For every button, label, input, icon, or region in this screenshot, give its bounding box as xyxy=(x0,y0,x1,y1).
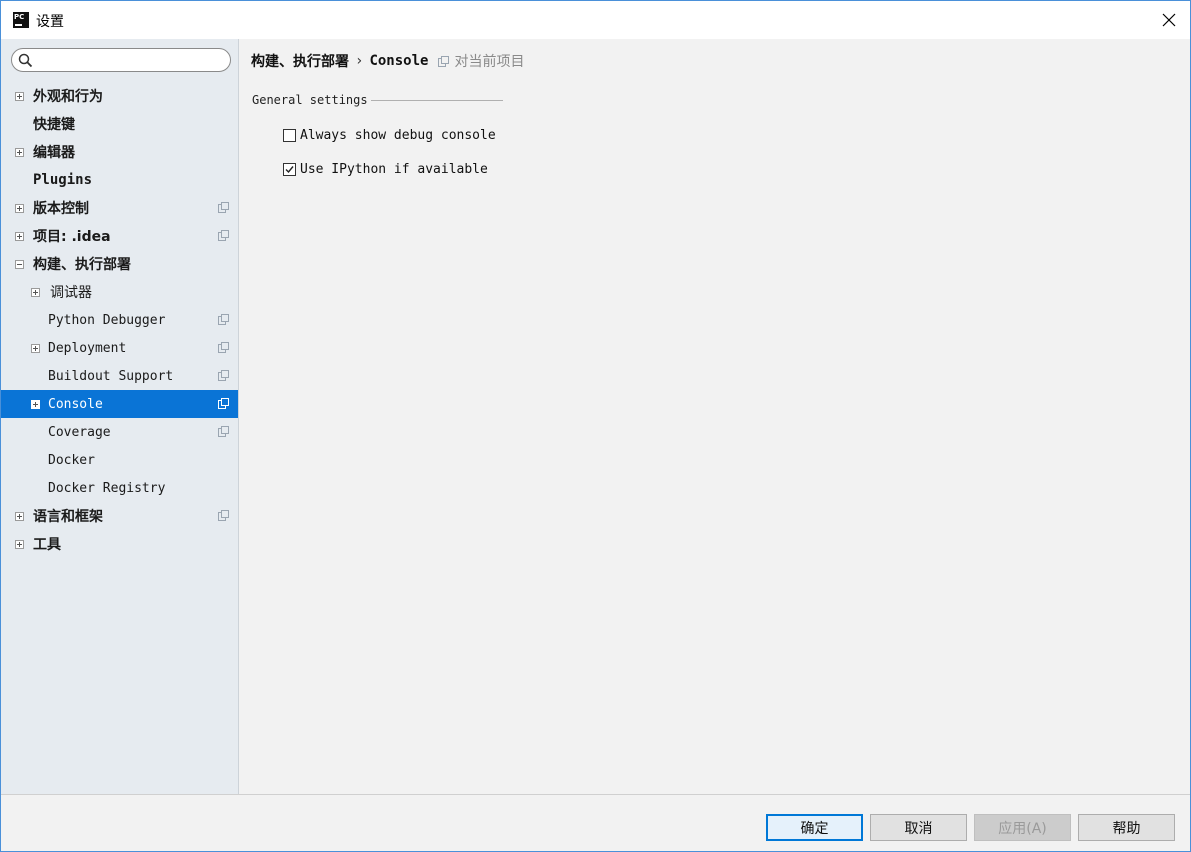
sidebar-item[interactable]: Docker Registry xyxy=(1,474,238,502)
option-always-show-debug-console[interactable]: Always show debug console xyxy=(283,128,496,143)
expand-icon[interactable] xyxy=(31,344,40,353)
sidebar-item[interactable]: Buildout Support xyxy=(1,362,238,390)
sidebar-item-label: Docker xyxy=(48,452,95,468)
sidebar-item-label: 语言和框架 xyxy=(33,509,103,525)
search-box[interactable] xyxy=(11,48,231,72)
breadcrumb: 构建、执行部署 › Console 对当前项目 xyxy=(251,51,524,71)
help-button[interactable]: 帮助 xyxy=(1078,814,1175,841)
sidebar-item-label: Docker Registry xyxy=(48,480,166,496)
sidebar-item-label: 调试器 xyxy=(50,285,92,301)
ok-button[interactable]: 确定 xyxy=(766,814,863,841)
expand-icon[interactable] xyxy=(15,92,24,101)
project-scope-hint: 对当前项目 xyxy=(438,51,524,71)
group-divider xyxy=(371,100,503,101)
check-icon xyxy=(285,166,294,174)
sidebar-item[interactable]: 工具 xyxy=(1,530,238,558)
sidebar-item-label: 快捷键 xyxy=(33,117,75,133)
always-show-debug-console-checkbox[interactable] xyxy=(283,129,296,142)
project-scope-icon xyxy=(218,314,229,325)
sidebar-item[interactable]: 项目: .idea xyxy=(1,222,238,250)
project-scope-icon xyxy=(218,342,229,353)
expand-icon[interactable] xyxy=(31,400,40,409)
sidebar-item[interactable]: 调试器 xyxy=(1,278,238,306)
sidebar-item-label: Deployment xyxy=(48,340,127,356)
close-button[interactable] xyxy=(1158,9,1180,31)
project-scope-icon xyxy=(218,426,229,437)
project-scope-label: 对当前项目 xyxy=(454,54,525,70)
sidebar-item[interactable]: 编辑器 xyxy=(1,138,238,166)
close-icon xyxy=(1162,13,1176,27)
option-label: Always show debug console xyxy=(300,128,496,143)
project-scope-icon xyxy=(218,370,229,381)
sidebar-item-label: Console xyxy=(48,396,103,412)
sidebar-item[interactable]: 版本控制 xyxy=(1,194,238,222)
dialog-button-bar: 确定 取消 应用(A) 帮助 xyxy=(1,794,1190,851)
sidebar-item[interactable]: Console xyxy=(1,390,238,418)
project-scope-icon xyxy=(438,55,450,67)
sidebar-item-label: 版本控制 xyxy=(33,201,89,217)
expand-icon[interactable] xyxy=(31,288,40,297)
option-use-ipython[interactable]: Use IPython if available xyxy=(283,162,488,177)
expand-icon[interactable] xyxy=(15,148,24,157)
collapse-icon[interactable] xyxy=(15,260,24,269)
sidebar-item[interactable]: Coverage xyxy=(1,418,238,446)
search-input[interactable] xyxy=(38,51,224,69)
sidebar-item[interactable]: Deployment xyxy=(1,334,238,362)
sidebar-item-label: 项目: .idea xyxy=(33,229,111,245)
sidebar-item[interactable]: 外观和行为 xyxy=(1,82,238,110)
sidebar-item-label: Coverage xyxy=(48,424,111,440)
sidebar-item-label: 构建、执行部署 xyxy=(33,257,131,273)
cancel-button[interactable]: 取消 xyxy=(870,814,967,841)
breadcrumb-separator: › xyxy=(355,53,364,69)
sidebar-item-label: Python Debugger xyxy=(48,312,166,328)
expand-icon[interactable] xyxy=(15,540,24,549)
expand-icon[interactable] xyxy=(15,232,24,241)
sidebar-item[interactable]: Plugins xyxy=(1,166,238,194)
sidebar-item-label: Buildout Support xyxy=(48,368,174,384)
sidebar-item[interactable]: Docker xyxy=(1,446,238,474)
breadcrumb-parent[interactable]: 构建、执行部署 xyxy=(251,51,349,71)
search-icon xyxy=(18,53,33,68)
settings-content: 构建、执行部署 › Console 对当前项目 General settings… xyxy=(240,39,1190,794)
settings-sidebar: 外观和行为快捷键编辑器 Plugins 版本控制项目: .idea 构建、执行部署调试… xyxy=(1,39,239,794)
breadcrumb-current: Console xyxy=(369,53,429,69)
apply-button[interactable]: 应用(A) xyxy=(974,814,1071,841)
title-bar: PC 设置 xyxy=(1,1,1190,39)
window-title: 设置 xyxy=(36,14,64,30)
sidebar-item-label: 外观和行为 xyxy=(33,89,103,105)
project-scope-icon xyxy=(218,510,229,521)
sidebar-item[interactable]: 构建、执行部署 xyxy=(1,250,238,278)
sidebar-item[interactable]: 语言和框架 xyxy=(1,502,238,530)
sidebar-item-label: 编辑器 xyxy=(33,145,75,161)
settings-dialog: PC 设置 外观和行为快捷键编辑器 Plugins 版本控制项目: .idea 构建、… xyxy=(0,0,1191,852)
project-scope-icon xyxy=(218,230,229,241)
sidebar-item-label: Plugins xyxy=(33,172,93,188)
project-scope-icon xyxy=(218,202,229,213)
group-title: General settings xyxy=(252,93,368,107)
project-scope-icon xyxy=(218,398,229,409)
expand-icon[interactable] xyxy=(15,204,24,213)
pycharm-app-icon: PC xyxy=(13,12,29,28)
option-label: Use IPython if available xyxy=(300,162,488,177)
sidebar-item[interactable]: 快捷键 xyxy=(1,110,238,138)
expand-icon[interactable] xyxy=(15,512,24,521)
use-ipython-checkbox[interactable] xyxy=(283,163,296,176)
sidebar-item-label: 工具 xyxy=(33,537,61,553)
sidebar-item[interactable]: Python Debugger xyxy=(1,306,238,334)
